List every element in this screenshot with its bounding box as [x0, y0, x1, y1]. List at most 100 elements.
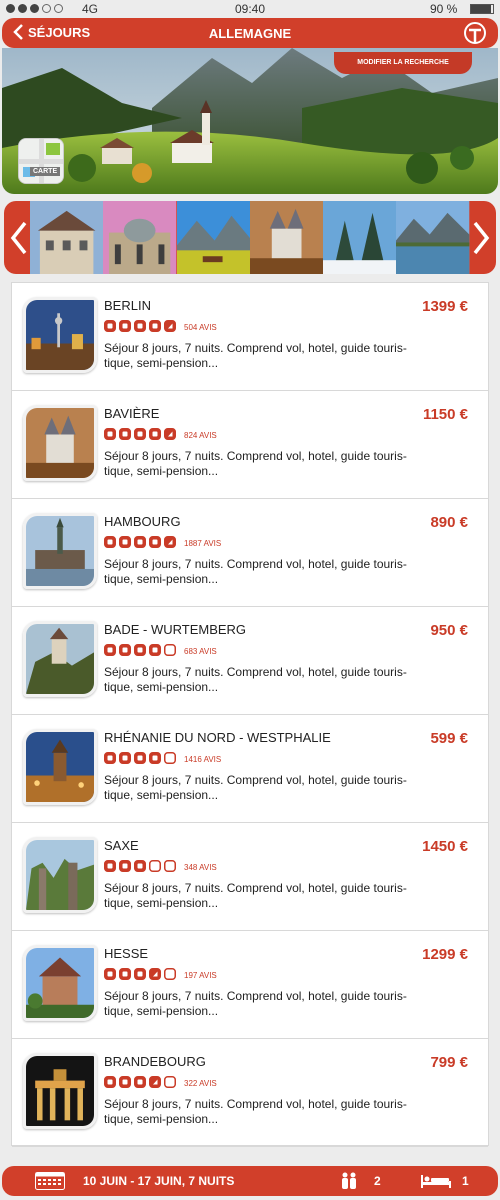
review-count: 197 AVIS: [184, 971, 217, 980]
review-count: 683 AVIS: [184, 647, 217, 656]
destination-photo: [23, 297, 97, 373]
rating: 322 AVIS: [104, 1076, 217, 1088]
rating: 348 AVIS: [104, 860, 217, 872]
carousel-thumbnail[interactable]: [103, 201, 177, 274]
back-label: SÉJOURS: [28, 24, 91, 40]
destination-list: BERLIN 1399 € 504 AVIS Séjour 8 jours, 7 nu…: [11, 282, 489, 1147]
destination-price: 599 €: [430, 730, 468, 747]
rating-star-icon: [134, 320, 146, 332]
rating-star-icon: [134, 428, 146, 440]
rating: 683 AVIS: [104, 644, 217, 656]
carousel-prev-icon[interactable]: [8, 220, 30, 256]
review-count: 504 AVIS: [184, 323, 217, 332]
chevron-left-icon: [13, 24, 23, 40]
rating-star-icon: [104, 752, 116, 764]
destination-description: Séjour 8 jours, 7 nuits. Comprend vol, h…: [104, 341, 407, 370]
rating: 197 AVIS: [104, 968, 217, 980]
brand-logo-icon[interactable]: [462, 20, 488, 46]
carousel-next-icon[interactable]: [470, 220, 492, 256]
clock: 09:40: [234, 2, 266, 16]
destination-description: Séjour 8 jours, 7 nuits. Comprend vol, h…: [104, 449, 407, 478]
destination-photo: [23, 513, 97, 589]
search-summary-bar[interactable]: 10 JUIN - 17 JUIN, 7 NUITS 2 1: [2, 1166, 498, 1196]
destination-photo: [23, 945, 97, 1021]
destination-name: HESSE: [104, 946, 149, 961]
destination-item[interactable]: BERLIN 1399 € 504 AVIS Séjour 8 jours, 7 nu…: [12, 283, 488, 391]
destination-price: 950 €: [430, 622, 468, 639]
photo-carousel: [4, 201, 496, 274]
rating-star-icon: [164, 644, 176, 656]
destination-photo: [23, 729, 97, 805]
destination-photo: [23, 837, 97, 913]
destination-item[interactable]: BRANDEBOURG 799 € 322 AVIS Séjour 8 jours, …: [12, 1039, 488, 1147]
rating-star-icon: [134, 968, 146, 980]
rating-star-icon: [164, 1076, 176, 1088]
rating-star-icon: [119, 1076, 131, 1088]
back-button[interactable]: SÉJOURS: [12, 24, 90, 40]
destination-item[interactable]: HESSE 1299 € 197 AVIS Séjour 8 jours, 7 nui…: [12, 931, 488, 1039]
destination-name: BRANDEBOURG: [104, 1054, 206, 1069]
battery-icon: [470, 4, 494, 14]
destination-item[interactable]: SAXE 1450 € 348 AVIS Séjour 8 jours, 7 nuit…: [12, 823, 488, 931]
map-icon: [19, 139, 63, 183]
modify-search-button[interactable]: MODIFIER LA RECHERCHE: [334, 52, 472, 74]
rating-star-icon: [149, 644, 161, 656]
rating-star-icon: [134, 1076, 146, 1088]
rating-star-icon: [104, 860, 116, 872]
rating-star-icon: [104, 644, 116, 656]
rating-star-icon: [149, 536, 161, 548]
rating-star-icon: [164, 752, 176, 764]
destination-photo: [23, 1053, 97, 1129]
carousel-thumbnail[interactable]: [249, 201, 324, 274]
rating-star-icon: [104, 428, 116, 440]
destination-name: BERLIN: [104, 298, 151, 313]
battery-percentage: 90 %: [430, 2, 458, 16]
destination-name: SAXE: [104, 838, 139, 853]
rating-star-icon: [134, 752, 146, 764]
rating-star-icon: [149, 1076, 161, 1088]
hero-banner: MODIFIER LA RECHERCHE CARTE: [2, 48, 498, 194]
rating: 1416 AVIS: [104, 752, 221, 764]
carousel-thumbnail[interactable]: [396, 201, 470, 274]
destination-description: Séjour 8 jours, 7 nuits. Comprend vol, h…: [104, 557, 407, 586]
rating-star-icon: [119, 860, 131, 872]
destination-price: 1150 €: [422, 406, 468, 423]
calendar-icon: [35, 1172, 65, 1190]
travelers-count: 2: [374, 1174, 381, 1188]
rating-star-icon: [104, 1076, 116, 1088]
destination-item[interactable]: RHÉNANIE DU NORD - WESTPHALIE 599 € 1416 A…: [12, 715, 488, 823]
destination-price: 890 €: [430, 514, 468, 531]
map-button[interactable]: CARTE: [18, 138, 64, 184]
destination-item[interactable]: HAMBOURG 890 € 1887 AVIS Séjour 8 jours, 7 …: [12, 499, 488, 607]
carousel-thumbnail[interactable]: [323, 201, 397, 274]
rating: 824 AVIS: [104, 428, 217, 440]
rating-star-icon: [149, 968, 161, 980]
rating-star-icon: [164, 536, 176, 548]
rating: 504 AVIS: [104, 320, 217, 332]
destination-item[interactable]: BADE - WURTEMBERG 950 € 683 AVIS Séjour 8 j…: [12, 607, 488, 715]
status-bar: 4G 09:40 90 %: [0, 0, 500, 18]
destination-name: BAVIÈRE: [104, 406, 160, 421]
destination-name: HAMBOURG: [104, 514, 181, 529]
carousel-thumbnails: [30, 201, 470, 274]
rating-star-icon: [119, 968, 131, 980]
map-label: CARTE: [30, 167, 61, 176]
rating-star-icon: [104, 968, 116, 980]
destination-item[interactable]: BAVIÈRE 1150 € 824 AVIS Séjour 8 jours, 7 n…: [12, 391, 488, 499]
destination-description: Séjour 8 jours, 7 nuits. Comprend vol, h…: [104, 881, 407, 910]
review-count: 322 AVIS: [184, 1079, 217, 1088]
carousel-thumbnail[interactable]: [30, 201, 104, 274]
carousel-thumbnail[interactable]: [176, 201, 250, 274]
rating-star-icon: [134, 860, 146, 872]
rating-star-icon: [119, 752, 131, 764]
rating-star-icon: [119, 644, 131, 656]
rating-star-icon: [119, 428, 131, 440]
rating-star-icon: [164, 860, 176, 872]
destination-name: BADE - WURTEMBERG: [104, 622, 247, 637]
destination-price: 799 €: [430, 1054, 468, 1071]
rating-star-icon: [164, 428, 176, 440]
destination-name: RHÉNANIE DU NORD - WESTPHALIE: [104, 730, 331, 745]
rating-star-icon: [164, 968, 176, 980]
travel-dates: 10 JUIN - 17 JUIN, 7 NUITS: [83, 1174, 235, 1188]
destination-description: Séjour 8 jours, 7 nuits. Comprend vol, h…: [104, 989, 407, 1018]
